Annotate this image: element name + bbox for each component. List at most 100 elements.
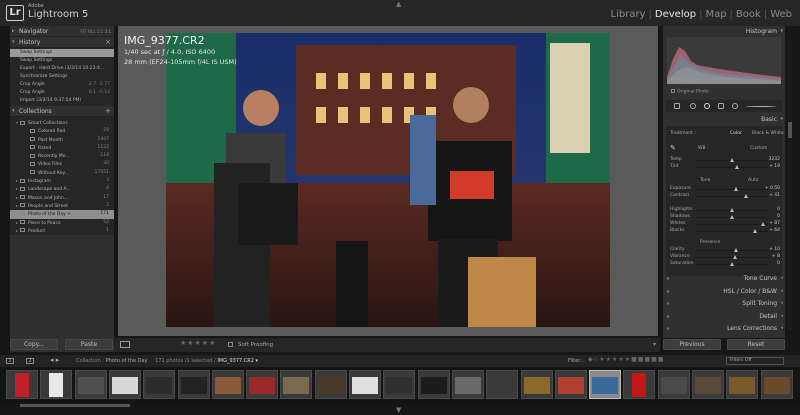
wb-value[interactable]: Custom: [750, 146, 767, 151]
slider-knob[interactable]: [733, 248, 738, 252]
filmstrip-scrollbar[interactable]: [20, 404, 130, 407]
collection-item[interactable]: Recently Mo... 118: [10, 152, 114, 160]
filmstrip-thumbnail[interactable]: [349, 370, 381, 399]
graduated-filter-icon[interactable]: [718, 103, 724, 109]
main-window-icon[interactable]: 1: [6, 358, 14, 364]
disclosure-triangle-icon[interactable]: ▸: [16, 195, 18, 200]
slider-knob[interactable]: [733, 187, 738, 191]
collection-item[interactable]: ▸ Product 1: [10, 227, 114, 235]
filmstrip-thumbnail[interactable]: [314, 370, 347, 399]
slider-knob[interactable]: [732, 255, 737, 259]
main-photo[interactable]: [166, 33, 610, 327]
crop-tool-icon[interactable]: [674, 103, 680, 109]
disclosure-triangle-icon[interactable]: ▸: [16, 220, 18, 225]
filmstrip-thumbnail[interactable]: [623, 370, 656, 399]
slider-knob[interactable]: [744, 194, 749, 198]
second-window-icon[interactable]: 2: [26, 358, 34, 364]
filmstrip-thumbnail[interactable]: [177, 370, 210, 399]
treatment-bw-option[interactable]: Black & White: [752, 131, 784, 136]
disclosure-triangle-icon[interactable]: ▸: [16, 178, 18, 183]
filmstrip-source-path[interactable]: Collection : Photo of the Day 171 photos…: [76, 358, 258, 364]
filter-icons[interactable]: ◆◇★★★★★■■■■■: [588, 356, 664, 363]
module-book[interactable]: Book: [736, 9, 761, 20]
history-item[interactable]: Export - Hard Drive (3/3/14 10:23:4...: [10, 65, 114, 73]
panel-header-tone-curve[interactable]: ◂ Tone Curve ◂: [663, 273, 785, 284]
module-develop[interactable]: Develop: [655, 9, 696, 20]
spot-removal-icon[interactable]: [690, 103, 696, 109]
panel-header-split-toning[interactable]: ◂ Split Toning ◂: [663, 298, 785, 309]
original-photo-checkbox[interactable]: [671, 89, 675, 93]
collection-item[interactable]: ▸ Mason and John... 17: [10, 194, 114, 202]
navigator-zoom-options[interactable]: FIT FILL 1:1 3:1: [80, 26, 111, 37]
collection-item[interactable]: Past Month 1447: [10, 136, 114, 144]
white-balance-eyedropper-icon[interactable]: ✎: [670, 144, 676, 152]
panel-switch-icon[interactable]: ◂: [666, 286, 669, 297]
collection-item[interactable]: Colored Red 28: [10, 127, 114, 135]
history-item[interactable]: Crop Angle -0.1 -0.14: [10, 89, 114, 97]
collection-item[interactable]: Without Key... 17051: [10, 169, 114, 177]
filmstrip-thumbnail[interactable]: [726, 370, 759, 399]
panel-header-lens-corrections[interactable]: ◂ Lens Corrections ◂: [663, 323, 785, 334]
filmstrip-thumbnail[interactable]: [657, 370, 690, 399]
filmstrip-thumbnail[interactable]: [486, 370, 519, 399]
slider-knob[interactable]: [730, 215, 734, 219]
slider-vibrance[interactable]: [696, 255, 768, 259]
slider-shadows[interactable]: [696, 215, 768, 219]
slider-whites[interactable]: [696, 222, 768, 226]
filmstrip-thumbnail[interactable]: [520, 370, 553, 399]
filmstrip-thumbnail[interactable]: [760, 370, 793, 399]
panel-switch-icon[interactable]: ◂: [666, 311, 669, 322]
filmstrip-thumbnail[interactable]: [6, 370, 38, 399]
collapse-top-arrow-icon[interactable]: ▲: [396, 0, 401, 8]
filmstrip-thumbnail[interactable]: [108, 370, 141, 399]
right-panel-scrollbar[interactable]: [788, 40, 792, 330]
filmstrip-thumbnail[interactable]: [74, 370, 107, 399]
filmstrip-thumbnail[interactable]: [246, 370, 279, 399]
slider-exposure[interactable]: [696, 187, 768, 191]
adjustment-brush-icon[interactable]: [746, 106, 776, 107]
reset-button[interactable]: Reset: [727, 339, 785, 350]
slider-knob[interactable]: [753, 229, 758, 233]
disclosure-triangle-icon[interactable]: ▸: [16, 186, 18, 191]
collection-item[interactable]: ▸ Instagram 3: [10, 177, 114, 185]
filmstrip-nav-arrows[interactable]: ◂ ▸: [50, 356, 59, 364]
filmstrip-thumbnail[interactable]: [280, 370, 313, 399]
module-web[interactable]: Web: [770, 9, 792, 20]
filmstrip-thumbnail[interactable]: [40, 370, 73, 399]
current-file[interactable]: IMG_9377.CR2 ▾: [217, 358, 258, 364]
panel-switch-icon[interactable]: ◂: [666, 323, 669, 334]
slider-blacks[interactable]: [696, 229, 768, 233]
rating-stars[interactable]: ★★★★★: [180, 339, 216, 347]
collection-item[interactable]: ▸ Photo of the Day + 171: [10, 210, 114, 219]
filmstrip-thumbnail[interactable]: [692, 370, 724, 399]
filmstrip-thumbnail[interactable]: [451, 370, 484, 399]
slider-tint[interactable]: [696, 165, 768, 169]
collections-header[interactable]: ▾ Collections +: [10, 106, 114, 117]
basic-header[interactable]: Basic ▾: [663, 114, 785, 125]
slider-highlights[interactable]: [696, 208, 768, 212]
copy-button[interactable]: Copy...: [10, 339, 58, 350]
soft-proofing-checkbox[interactable]: [228, 342, 233, 347]
slider-knob[interactable]: [730, 208, 734, 212]
slider-knob[interactable]: [730, 262, 734, 266]
module-map[interactable]: Map: [705, 9, 726, 20]
panel-switch-icon[interactable]: ◂: [666, 298, 669, 309]
collection-item[interactable]: ▸ Piece to Peace 52: [10, 219, 114, 227]
panel-switch-icon[interactable]: ◂: [666, 273, 669, 284]
disclosure-triangle-icon[interactable]: ▾: [16, 120, 18, 125]
slider-knob[interactable]: [760, 222, 765, 226]
history-clear-icon[interactable]: ×: [105, 37, 111, 48]
scrollbar-thumb[interactable]: [788, 122, 792, 138]
paste-button[interactable]: Paste: [65, 339, 113, 350]
disclosure-triangle-icon[interactable]: ▸: [16, 203, 18, 208]
filter-select[interactable]: Filters Off: [726, 357, 784, 365]
panel-header-detail[interactable]: ◂ Detail ◂: [663, 311, 785, 322]
filmstrip-thumbnail[interactable]: [143, 370, 176, 399]
slider-knob[interactable]: [735, 165, 740, 169]
collection-item[interactable]: ▸ People and Street 2: [10, 202, 114, 210]
panel-header-hsl-color-b-w[interactable]: ◂ HSL / Color / B&W ◂: [663, 286, 785, 297]
radial-filter-icon[interactable]: [732, 103, 738, 109]
history-item[interactable]: Swap Settings: [10, 49, 114, 57]
original-photo-toggle[interactable]: Original Photo: [671, 89, 709, 95]
collection-item[interactable]: Video Files 30: [10, 160, 114, 168]
